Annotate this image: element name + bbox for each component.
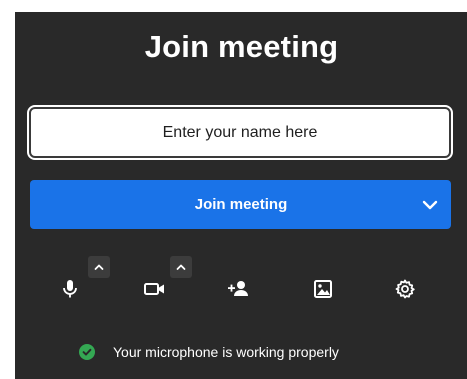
page-title: Join meeting [144,29,339,64]
camera-options-caret[interactable] [170,256,192,278]
microphone-button[interactable] [53,272,87,306]
invite-people-icon [228,281,248,296]
camera-icon [144,283,164,295]
microphone-options-caret[interactable] [88,256,110,278]
background-button[interactable] [306,272,340,306]
mic-status: Your microphone is working properly [79,344,339,360]
name-input[interactable] [29,107,451,158]
prejoin-panel: Join meeting Join meeting [15,12,467,379]
chevron-up-icon [176,264,186,270]
camera-button[interactable] [138,272,172,306]
join-meeting-label: Join meeting [194,196,288,213]
chevron-down-icon[interactable] [419,194,441,216]
invite-people-button[interactable] [222,272,256,306]
mic-status-text: Your microphone is working properly [113,344,339,360]
settings-button[interactable] [388,272,422,306]
chevron-up-icon [94,264,104,270]
background-image-icon [314,280,332,298]
settings-gear-icon [395,279,415,299]
microphone-icon [63,280,77,298]
join-meeting-button[interactable]: Join meeting [30,180,451,229]
check-circle-icon [79,344,95,360]
